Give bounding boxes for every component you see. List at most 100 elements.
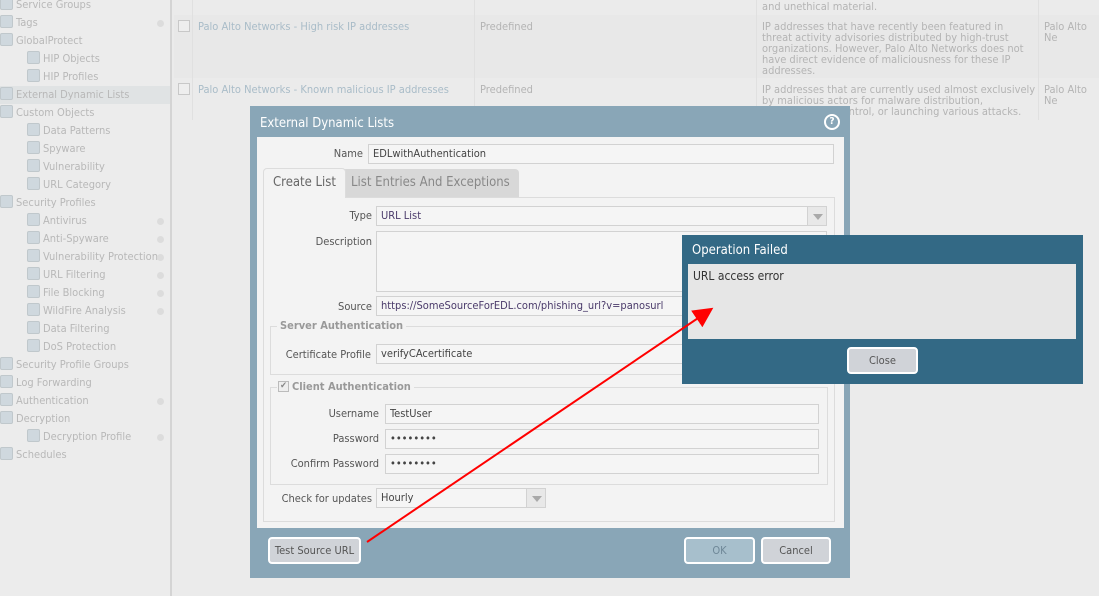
- sidebar-item-vulnerability[interactable]: Vulnerability: [0, 158, 170, 176]
- type-cell: Predefined: [480, 83, 533, 96]
- sidebar-item-external-dynamic-lists[interactable]: External Dynamic Lists: [0, 86, 170, 104]
- error-title: Operation Failed: [692, 243, 788, 258]
- globe-shield-icon: [27, 267, 40, 280]
- table-row[interactable]: Palo Alto Networks - High risk IP addres…: [174, 15, 1099, 78]
- sidebar-item-security-profile-groups[interactable]: Security Profile Groups: [0, 356, 170, 374]
- username-label: Username: [328, 407, 379, 420]
- row-checkbox[interactable]: [178, 83, 190, 95]
- status-dot-icon: [157, 290, 164, 297]
- client-auth-checkbox[interactable]: ✔: [278, 381, 289, 392]
- chevron-down-icon[interactable]: [807, 207, 826, 225]
- status-dot-icon: [157, 398, 164, 405]
- calendar-icon: [0, 447, 13, 460]
- profile-groups-icon: [0, 357, 13, 370]
- help-icon[interactable]: ?: [824, 114, 840, 130]
- status-dot-icon: [157, 434, 164, 441]
- sidebar-item-decryption-profile[interactable]: Decryption Profile: [0, 428, 170, 446]
- description-cell: IP addresses that have recently been fea…: [762, 20, 1024, 77]
- sidebar-item-label: External Dynamic Lists: [16, 88, 130, 101]
- sidebar-item-vulnerability-protection[interactable]: Vulnerability Protection: [0, 248, 170, 266]
- confirm-password-input[interactable]: ••••••••: [385, 454, 819, 474]
- sidebar-item-authentication[interactable]: Authentication: [0, 392, 170, 410]
- bug-icon: [27, 213, 40, 226]
- globe-shield-icon: [27, 177, 40, 190]
- close-button[interactable]: Close: [847, 347, 918, 374]
- shield-icon: [27, 249, 40, 262]
- magnifier-icon: [27, 141, 40, 154]
- sidebar-item-custom-objects[interactable]: Custom Objects: [0, 104, 170, 122]
- tab-create-list[interactable]: Create List: [263, 168, 346, 198]
- sidebar-item-file-blocking[interactable]: File Blocking: [0, 284, 170, 302]
- sidebar-item-hip-profiles[interactable]: HIP Profiles: [0, 68, 170, 86]
- name-link[interactable]: Palo Alto Networks - Known malicious IP …: [198, 84, 449, 95]
- sidebar-item-label: HIP Profiles: [43, 70, 99, 83]
- sidebar-item-antivirus[interactable]: Antivirus: [0, 212, 170, 230]
- sidebar-nav: Service Groups Tags GlobalProtect HIP Objec…: [0, 0, 172, 596]
- updates-value: Hourly: [381, 491, 414, 504]
- status-dot-icon: [157, 308, 164, 315]
- sidebar-item-label: Vulnerability: [43, 160, 105, 173]
- sidebar-item-dos-protection[interactable]: DoS Protection: [0, 338, 170, 356]
- sidebar-item-security-profiles[interactable]: Security Profiles: [0, 194, 170, 212]
- service-groups-icon: [0, 0, 13, 10]
- sidebar-item-data-filtering[interactable]: Data Filtering: [0, 320, 170, 338]
- ok-button[interactable]: OK: [684, 537, 755, 564]
- name-input[interactable]: EDLwithAuthentication: [368, 144, 834, 164]
- sidebar-item-hip-objects[interactable]: HIP Objects: [0, 50, 170, 68]
- sidebar-item-label: Antivirus: [43, 214, 87, 227]
- wildfire-icon: [27, 303, 40, 316]
- cancel-button[interactable]: Cancel: [761, 537, 831, 564]
- sidebar-item-anti-spyware[interactable]: Anti-Spyware: [0, 230, 170, 248]
- authentication-icon: [0, 393, 13, 406]
- magnifier-icon: [27, 231, 40, 244]
- sidebar-item-url-filtering[interactable]: URL Filtering: [0, 266, 170, 284]
- sidebar-item-globalprotect[interactable]: GlobalProtect: [0, 32, 170, 50]
- client-auth-legend: ✔ Client Authentication: [277, 380, 414, 393]
- sidebar-item-wildfire-analysis[interactable]: WildFire Analysis: [0, 302, 170, 320]
- tab-list-entries[interactable]: List Entries And Exceptions: [342, 169, 519, 198]
- client-auth-group: ✔ Client Authentication Username TestUse…: [270, 380, 828, 485]
- chevron-down-icon[interactable]: [526, 489, 545, 507]
- sidebar-item-label: DoS Protection: [43, 340, 117, 353]
- username-input[interactable]: TestUser: [385, 404, 819, 424]
- key-icon: [27, 429, 40, 442]
- status-dot-icon: [157, 272, 164, 279]
- sidebar-item-label: URL Filtering: [43, 268, 106, 281]
- tag-icon: [0, 15, 13, 28]
- sidebar-item-schedules[interactable]: Schedules: [0, 446, 170, 464]
- sidebar-item-tags[interactable]: Tags: [0, 14, 170, 32]
- table-row: and unethical material.: [174, 0, 1099, 14]
- data-filtering-icon: [27, 321, 40, 334]
- sidebar-item-log-forwarding[interactable]: Log Forwarding: [0, 374, 170, 392]
- sidebar-item-label: Security Profile Groups: [16, 358, 129, 371]
- sidebar-item-label: Log Forwarding: [16, 376, 92, 389]
- name-link[interactable]: Palo Alto Networks - High risk IP addres…: [198, 21, 409, 32]
- sidebar-item-service-groups[interactable]: Service Groups: [0, 0, 170, 14]
- list-icon: [0, 87, 13, 100]
- operation-failed-dialog: Operation Failed URL access error Close: [682, 235, 1083, 384]
- type-select[interactable]: URL List: [376, 206, 827, 226]
- confirm-password-label: Confirm Password: [290, 457, 379, 470]
- sidebar-item-label: File Blocking: [43, 286, 105, 299]
- description-label: Description: [315, 235, 372, 248]
- sidebar-item-label: WildFire Analysis: [43, 304, 126, 317]
- source-label: Source: [338, 300, 372, 313]
- sidebar-item-decryption[interactable]: Decryption: [0, 410, 170, 428]
- status-dot-icon: [157, 218, 164, 225]
- check-updates-select[interactable]: Hourly: [376, 488, 546, 508]
- test-source-url-button[interactable]: Test Source URL: [268, 537, 361, 564]
- sidebar-item-label: Decryption: [16, 412, 71, 425]
- password-label: Password: [332, 432, 379, 445]
- server-auth-legend: Server Authentication: [277, 319, 407, 332]
- status-dot-icon: [157, 20, 164, 27]
- row-checkbox[interactable]: [178, 20, 190, 32]
- sidebar-item-spyware[interactable]: Spyware: [0, 140, 170, 158]
- password-input[interactable]: ••••••••: [385, 429, 819, 449]
- sidebar-item-data-patterns[interactable]: Data Patterns: [0, 122, 170, 140]
- type-cell: Predefined: [480, 20, 533, 33]
- client-auth-label: Client Authentication: [292, 380, 411, 393]
- document-icon: [27, 123, 40, 136]
- sidebar-item-url-category[interactable]: URL Category: [0, 176, 170, 194]
- file-shield-icon: [27, 285, 40, 298]
- sidebar-item-label: Authentication: [16, 394, 89, 407]
